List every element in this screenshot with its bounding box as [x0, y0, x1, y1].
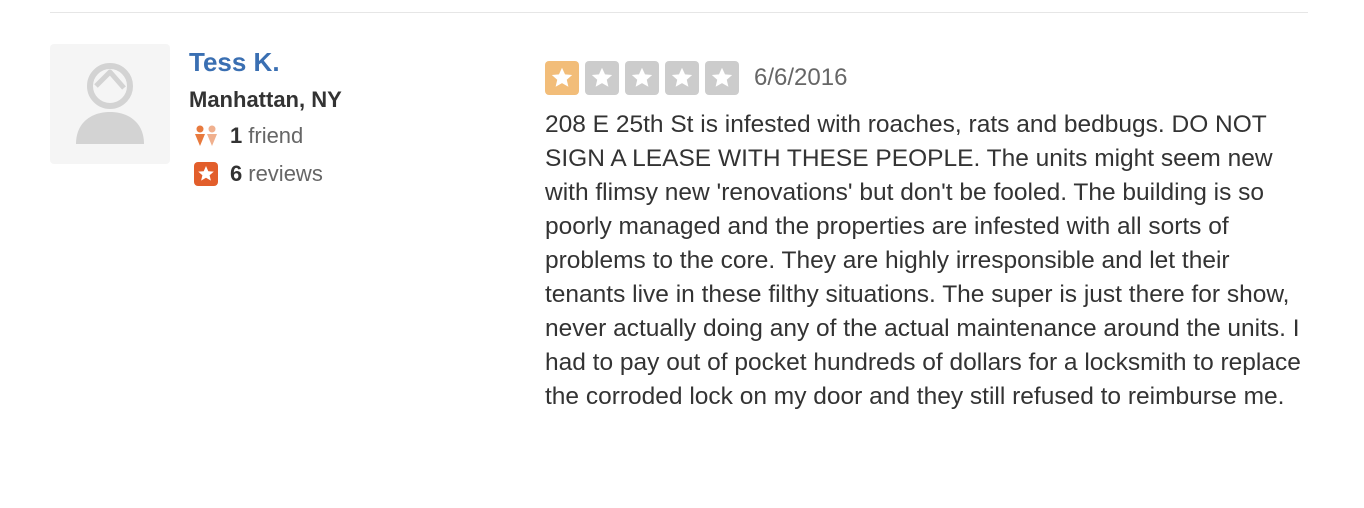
reviews-label: reviews — [248, 161, 323, 186]
review-rating: 6/6/2016 — [545, 60, 847, 96]
friends-label: friend — [248, 123, 304, 148]
star-icon — [545, 61, 579, 95]
star-icon — [625, 61, 659, 95]
friends-stat: 1 friend — [192, 122, 303, 150]
review-date: 6/6/2016 — [754, 64, 848, 91]
friends-icon — [192, 124, 220, 148]
review-text: 208 E 25th St is infested with roaches, … — [545, 111, 1301, 410]
review-star-icon — [192, 162, 220, 186]
user-avatar[interactable] — [50, 44, 170, 164]
default-user-avatar-icon — [76, 63, 144, 144]
friends-count: 1 — [230, 123, 243, 148]
star-icon — [705, 61, 739, 95]
star-rating — [545, 61, 745, 95]
top-divider — [50, 12, 1308, 13]
reviews-count: 6 — [230, 161, 243, 186]
user-name-link[interactable]: Tess K. — [189, 47, 280, 77]
user-location: Manhattan, NY — [189, 87, 342, 112]
star-icon — [585, 61, 619, 95]
reviews-stat: 6 reviews — [192, 160, 323, 188]
star-icon — [665, 61, 699, 95]
